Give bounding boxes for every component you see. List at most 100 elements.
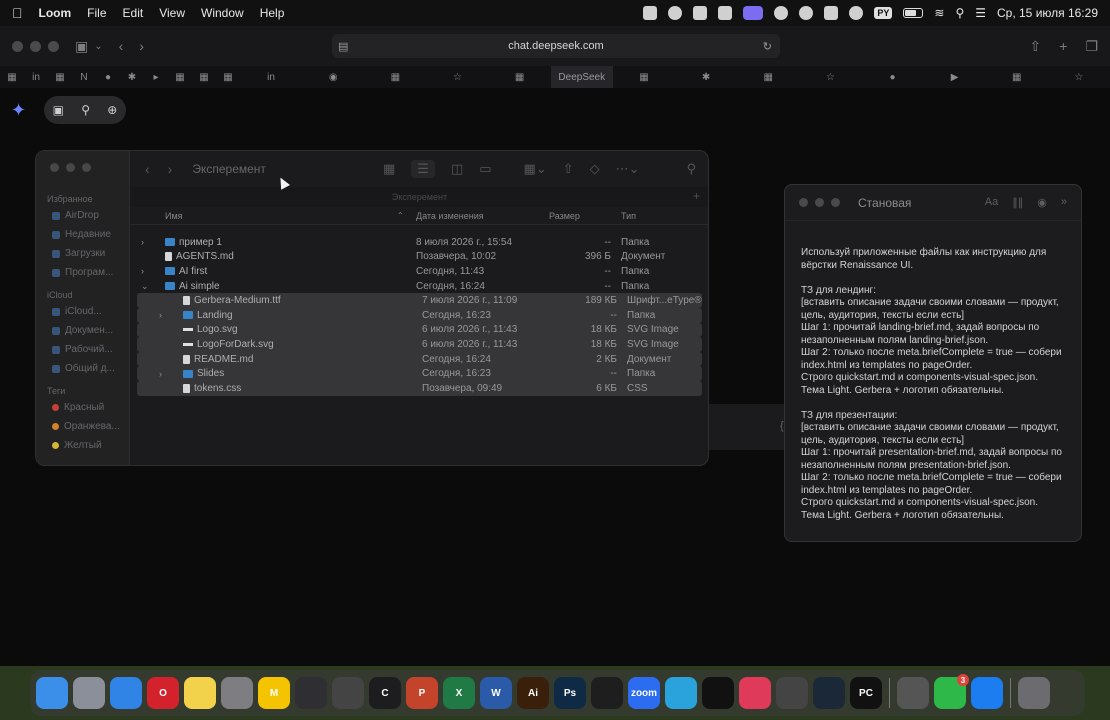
sidebar-toggle-icon[interactable]: ▣ xyxy=(53,103,64,117)
file-row[interactable]: tokens.css Позавчера, 09:49 6 КБ CSS xyxy=(137,380,702,396)
dock-app-parallels[interactable] xyxy=(897,677,929,709)
back-icon[interactable]: ‹ xyxy=(119,38,124,54)
dock-app-facetime[interactable]: 3 xyxy=(934,674,969,709)
add-tab-icon[interactable]: + xyxy=(693,189,700,203)
pinned-tab-icon[interactable]: ● xyxy=(96,72,120,83)
tab-page[interactable]: ▦ xyxy=(489,66,551,88)
shield-tray-icon[interactable] xyxy=(693,6,708,20)
dock-app-figma[interactable] xyxy=(591,677,623,709)
tab-bookmark[interactable]: ☆ xyxy=(799,66,861,88)
menu-file[interactable]: File xyxy=(87,6,106,20)
tab-deepseek[interactable]: DeepSeek xyxy=(550,66,613,88)
menu-edit[interactable]: Edit xyxy=(123,6,144,20)
icon-view-icon[interactable]: ▦ xyxy=(383,161,395,177)
sort-ascending-icon[interactable]: ⌃ xyxy=(397,211,404,220)
sidebar-item-airdrop[interactable]: AirDrop xyxy=(36,206,129,225)
new-chat-icon[interactable]: ⊕ xyxy=(107,103,117,117)
dock-app-app-store[interactable] xyxy=(971,677,1003,709)
dock-app-excel[interactable]: X xyxy=(443,677,475,709)
menu-view[interactable]: View xyxy=(159,6,185,20)
dock-app-powerpoint[interactable]: P xyxy=(406,677,438,709)
tag-icon[interactable]: ◇ xyxy=(590,161,600,177)
sidebar-tag-red[interactable]: Красный xyxy=(36,398,129,417)
group-icon[interactable]: ▦⌄ xyxy=(524,161,547,177)
file-row[interactable]: › пример 1 8 июля 2026 г., 15:54 -- Папка xyxy=(131,235,708,250)
git-tray-icon[interactable] xyxy=(774,6,789,20)
app-menu-loom[interactable]: Loom xyxy=(39,6,72,20)
pinned-tab-icon[interactable]: ▸ xyxy=(144,72,168,83)
loom-record-icon[interactable] xyxy=(743,6,764,20)
dock-app-steam[interactable] xyxy=(813,677,845,709)
dock-app-photoshop[interactable]: Ps xyxy=(554,677,586,709)
sidebar-item-desktop[interactable]: Рабочий... xyxy=(36,340,129,359)
pinned-tab-icon[interactable]: ▦ xyxy=(168,72,192,83)
deepseek-logo-icon[interactable]: ✦ xyxy=(11,100,26,121)
file-row[interactable]: ⌄ Ai simple Сегодня, 16:24 -- Папка xyxy=(131,279,708,294)
file-row[interactable]: › Landing Сегодня, 16:23 -- Папка xyxy=(137,307,702,323)
tray-app-icon[interactable] xyxy=(643,6,658,20)
sidebar-item-recents[interactable]: Недавние xyxy=(36,225,129,244)
apple-menu-icon[interactable]:  xyxy=(12,5,23,21)
forward-icon[interactable]: › xyxy=(139,38,144,54)
tab-linkedin[interactable]: in xyxy=(240,66,302,88)
pinned-tab-icon[interactable]: ▦ xyxy=(192,72,216,83)
site-settings-icon[interactable]: ▤ xyxy=(338,40,348,53)
sidebar-tag-yellow[interactable]: Желтый xyxy=(36,436,129,455)
disclosure-chevron-icon[interactable]: › xyxy=(141,237,144,247)
sidebar-item-shared[interactable]: Общий д... xyxy=(36,359,129,378)
control-center-icon[interactable]: ☰ xyxy=(975,6,986,20)
dock-app-miro[interactable]: M xyxy=(258,677,290,709)
menubar-clock[interactable]: Ср, 15 июля 16:29 xyxy=(997,6,1098,20)
dock-app-cursor[interactable]: C xyxy=(369,677,401,709)
tab-bookmark[interactable]: ☆ xyxy=(1048,66,1110,88)
telegram-tray-icon[interactable] xyxy=(668,6,683,20)
grid-tray-icon[interactable] xyxy=(718,6,733,20)
tab-page[interactable]: ✱ xyxy=(675,66,737,88)
dock-app-illustrator[interactable]: Ai xyxy=(517,677,549,709)
tab-page[interactable]: ▦ xyxy=(613,66,675,88)
share-icon[interactable]: ⇧ xyxy=(563,161,574,177)
file-row[interactable]: › AI first Сегодня, 11:43 -- Папка xyxy=(131,264,708,279)
dock-app-word[interactable]: W xyxy=(480,677,512,709)
new-tab-icon[interactable]: + xyxy=(1059,38,1067,55)
file-row[interactable]: › Slides Сегодня, 16:23 -- Папка xyxy=(137,366,702,381)
sidebar-item-applications[interactable]: Програм... xyxy=(36,263,129,282)
tab-youtube[interactable]: ▶ xyxy=(924,66,986,88)
pinned-tab-icon[interactable]: ▦ xyxy=(216,72,240,83)
pinned-tab-icon[interactable]: ▦ xyxy=(0,72,24,83)
clock-tray-icon[interactable] xyxy=(849,6,864,20)
finder-close-button[interactable] xyxy=(50,163,59,172)
dock-app-loom[interactable] xyxy=(295,677,327,709)
sidebar-item-documents[interactable]: Докумен... xyxy=(36,321,129,340)
dock-app-vpn[interactable] xyxy=(776,677,808,709)
sidebar-item-downloads[interactable]: Загрузки xyxy=(36,244,129,263)
tab-menu-chevron-icon[interactable]: ⌄ xyxy=(94,41,102,52)
dock-app-safari[interactable] xyxy=(110,677,142,709)
search-icon[interactable]: ⚲ xyxy=(955,6,964,20)
search-icon[interactable]: ⚲ xyxy=(686,161,696,177)
tab-page[interactable]: ▦ xyxy=(986,66,1048,88)
expand-icon[interactable]: » xyxy=(1061,196,1067,209)
gallery-view-icon[interactable]: ▭ xyxy=(479,161,491,177)
close-window-button[interactable] xyxy=(12,40,23,52)
column-header-size[interactable]: Размер xyxy=(549,211,580,221)
list-view-icon[interactable]: ☰ xyxy=(411,160,435,178)
notes-close-button[interactable] xyxy=(799,198,808,207)
sidebar-toggle-icon[interactable]: ▣ xyxy=(75,38,88,55)
dock-app-opera[interactable]: O xyxy=(147,677,179,709)
zoom-window-button[interactable] xyxy=(48,40,59,52)
sidebar-item-icloud-drive[interactable]: iCloud... xyxy=(36,302,129,321)
dock-app-notes[interactable] xyxy=(184,677,216,709)
note-body[interactable]: Используй приложенные файлы как инструкц… xyxy=(785,221,1081,522)
disclosure-chevron-icon[interactable]: ⌄ xyxy=(141,281,149,292)
file-row[interactable]: LogoForDark.svg 6 июля 2026 г., 11:43 18 К… xyxy=(137,337,702,352)
pinned-tab-icon[interactable]: ✱ xyxy=(120,72,144,83)
battery-icon[interactable] xyxy=(903,8,924,18)
text-format-icon[interactable]: Aa xyxy=(985,196,998,209)
file-row[interactable]: AGENTS.md Позавчера, 10:02 396 Б Документ xyxy=(131,250,708,265)
dock-app-settings[interactable] xyxy=(221,677,253,709)
column-header-date[interactable]: Дата изменения xyxy=(416,211,484,221)
address-bar[interactable]: ▤ chat.deepseek.com ↻ xyxy=(332,34,780,58)
finder-minimize-button[interactable] xyxy=(66,163,75,172)
tab-page[interactable]: ● xyxy=(861,66,923,88)
